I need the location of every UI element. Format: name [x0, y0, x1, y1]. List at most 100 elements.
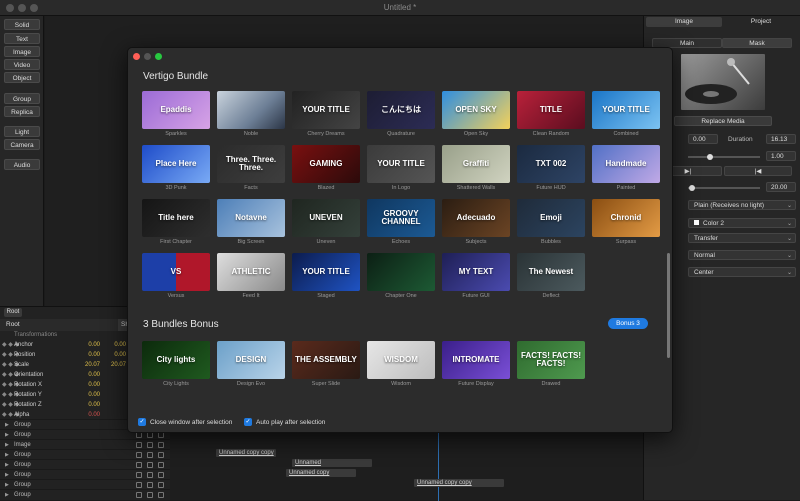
template-thumbnail[interactable]: VS	[142, 253, 210, 291]
template-thumbnail[interactable]: City lights	[142, 341, 210, 379]
group-row[interactable]: ▶ Image	[0, 439, 170, 449]
group-row[interactable]: ▶ Group	[0, 459, 170, 469]
zoom-dialog-icon[interactable]	[155, 53, 162, 60]
template-thumbnail[interactable]	[367, 253, 435, 291]
slider-2-field[interactable]: 20.00	[766, 182, 796, 192]
property-value[interactable]: 0.00	[82, 390, 100, 400]
lock-icon[interactable]	[147, 472, 153, 478]
camera-button[interactable]: Camera	[4, 139, 40, 150]
template-thumbnail[interactable]: YOUR TITLE	[292, 91, 360, 129]
color-popup[interactable]: Color 2 ⌄	[688, 218, 796, 228]
solid-button[interactable]: Solid	[4, 19, 40, 30]
template-thumbnail[interactable]: Place Here	[142, 145, 210, 183]
template-thumbnail[interactable]: YOUR TITLE	[367, 145, 435, 183]
edit-icon[interactable]	[158, 442, 164, 448]
property-value[interactable]: 0.00	[82, 340, 100, 350]
template-thumbnail[interactable]: INTROMATE	[442, 341, 510, 379]
group-row[interactable]: ▶ Group	[0, 449, 170, 459]
template-thumbnail[interactable]: YOUR TITLE	[592, 91, 660, 129]
template-thumbnail[interactable]: Title here	[142, 199, 210, 237]
template-thumbnail[interactable]: こんにちは	[367, 91, 435, 129]
template-thumbnail[interactable]: Chronid	[592, 199, 660, 237]
property-value[interactable]: 0.00	[108, 350, 126, 360]
timeline-clip[interactable]: Unnamed copy copy	[414, 479, 504, 487]
template-thumbnail[interactable]: Adecuado	[442, 199, 510, 237]
template-thumbnail[interactable]: TXT 002	[517, 145, 585, 183]
lock-icon[interactable]	[147, 462, 153, 468]
template-thumbnail[interactable]: Handmade	[592, 145, 660, 183]
property-value[interactable]: 0.00	[82, 380, 100, 390]
visibility-icon[interactable]	[136, 472, 142, 478]
property-value[interactable]: 0.00	[108, 340, 126, 350]
start-field[interactable]: 0.00	[688, 134, 718, 144]
slider-1-track[interactable]	[688, 156, 760, 158]
template-thumbnail[interactable]: Epaddis	[142, 91, 210, 129]
dialog-scrollbar[interactable]	[667, 253, 670, 358]
property-value[interactable]: 20.07	[108, 360, 126, 370]
template-thumbnail[interactable]: Graffiti	[442, 145, 510, 183]
transfer-popup[interactable]: Transfer ⌄	[688, 233, 796, 243]
subtab-mask[interactable]: Mask	[722, 38, 792, 48]
template-thumbnail[interactable]: OPEN SKY	[442, 91, 510, 129]
property-value[interactable]: 0.00	[82, 370, 100, 380]
tab-root[interactable]: Root	[4, 308, 22, 317]
visibility-icon[interactable]	[136, 482, 142, 488]
duration-field[interactable]: 16.13	[766, 134, 796, 144]
template-thumbnail[interactable]: MY TEXT	[442, 253, 510, 291]
edit-icon[interactable]	[158, 472, 164, 478]
visibility-icon[interactable]	[136, 492, 142, 498]
lock-icon[interactable]	[147, 492, 153, 498]
autoplay-checkbox[interactable]: ✓	[244, 418, 252, 426]
visibility-icon[interactable]	[136, 442, 142, 448]
slider-2-thumb[interactable]	[688, 185, 695, 191]
text-button[interactable]: Text	[4, 33, 40, 44]
slider-1-field[interactable]: 1.00	[766, 151, 796, 161]
template-thumbnail[interactable]: Three. Three. Three.	[217, 145, 285, 183]
group-row[interactable]: ▶ Group	[0, 469, 170, 479]
template-thumbnail[interactable]: DESIGN	[217, 341, 285, 379]
property-value[interactable]: 0.00	[82, 400, 100, 410]
timeline-clip[interactable]: Unnamed copy	[286, 469, 356, 477]
slider-2-track[interactable]	[688, 187, 760, 189]
align-right-button[interactable]: |◀	[724, 166, 792, 176]
template-thumbnail[interactable]: Emoji	[517, 199, 585, 237]
lock-icon[interactable]	[147, 452, 153, 458]
slider-1-thumb[interactable]	[706, 154, 713, 160]
edit-icon[interactable]	[158, 462, 164, 468]
template-thumbnail[interactable]: ATHLETIC	[217, 253, 285, 291]
group-row[interactable]: ▶ Group	[0, 489, 170, 499]
lock-icon[interactable]	[147, 482, 153, 488]
object-button[interactable]: Object	[4, 72, 40, 83]
visibility-icon[interactable]	[136, 462, 142, 468]
template-thumbnail[interactable]: FACTS! FACTS! FACTS!	[517, 341, 585, 379]
property-value[interactable]: 0.00	[82, 350, 100, 360]
replace-media-button[interactable]: Replace Media	[674, 116, 772, 126]
timeline-clip[interactable]: Unnamed	[292, 459, 372, 467]
template-thumbnail[interactable]	[217, 91, 285, 129]
edit-icon[interactable]	[158, 492, 164, 498]
template-thumbnail[interactable]: The Newest	[517, 253, 585, 291]
bonus-badge[interactable]: Bonus 3	[608, 318, 648, 329]
template-thumbnail[interactable]: Notavne	[217, 199, 285, 237]
group-row[interactable]: ▶ Group	[0, 479, 170, 489]
property-value[interactable]: 20.07	[82, 360, 100, 370]
audio-button[interactable]: Audio	[4, 159, 40, 170]
template-thumbnail[interactable]: TITLE	[517, 91, 585, 129]
tab-image[interactable]: Image	[646, 17, 722, 27]
template-thumbnail[interactable]: WISDOM	[367, 341, 435, 379]
edit-icon[interactable]	[158, 482, 164, 488]
blend-popup[interactable]: Normal ⌄	[688, 250, 796, 260]
edit-icon[interactable]	[158, 452, 164, 458]
template-thumbnail[interactable]: UNEVEN	[292, 199, 360, 237]
close-dialog-icon[interactable]	[133, 53, 140, 60]
timeline-clip[interactable]: Unnamed copy copy	[216, 449, 276, 457]
template-thumbnail[interactable]: GROOVY CHANNEL	[367, 199, 435, 237]
image-button[interactable]: Image	[4, 46, 40, 57]
template-thumbnail[interactable]: YOUR TITLE	[292, 253, 360, 291]
close-after-checkbox[interactable]: ✓	[138, 418, 146, 426]
lock-icon[interactable]	[147, 442, 153, 448]
light-button[interactable]: Light	[4, 126, 40, 137]
visibility-icon[interactable]	[136, 452, 142, 458]
video-button[interactable]: Video	[4, 59, 40, 70]
template-thumbnail[interactable]: GAMING	[292, 145, 360, 183]
